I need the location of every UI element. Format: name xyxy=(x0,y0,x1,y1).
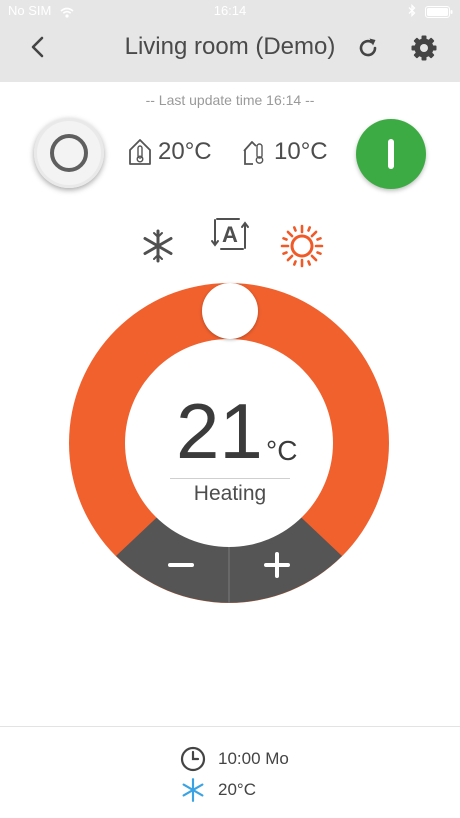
power-button[interactable] xyxy=(356,119,426,189)
dial-center-divider xyxy=(170,478,290,479)
temperature-unit: °C xyxy=(266,435,298,466)
increase-temp-button[interactable] xyxy=(246,537,308,593)
schedule-time-text: 10:00 Mo xyxy=(218,749,289,768)
svg-text:A: A xyxy=(222,222,238,247)
auto-mode-icon: A xyxy=(211,218,249,250)
wifi-icon xyxy=(60,5,74,23)
mode-status-label: Heating xyxy=(193,482,267,505)
snowflake-icon xyxy=(143,229,173,263)
settings-button[interactable] xyxy=(409,33,439,63)
outdoor-thermometer-icon xyxy=(243,141,264,165)
schedule-temp-text: 20°C xyxy=(218,780,256,799)
indoor-temp-value: 20°C xyxy=(158,138,212,165)
standby-button[interactable] xyxy=(34,118,104,188)
indoor-temperature: 20°C xyxy=(128,136,212,168)
snowflake-icon xyxy=(182,778,204,802)
refresh-icon xyxy=(359,38,377,57)
outdoor-temp-value: 10°C xyxy=(274,138,328,165)
decrease-temp-button[interactable] xyxy=(150,537,212,593)
heating-mode-button[interactable] xyxy=(280,224,324,268)
outdoor-temperature: 10°C xyxy=(242,136,328,168)
dial-knob[interactable] xyxy=(202,283,258,339)
room-thermometer-icon xyxy=(129,139,151,165)
power-on-icon xyxy=(388,139,394,169)
gear-icon xyxy=(411,35,437,61)
next-schedule-temp[interactable]: 20°C xyxy=(180,777,256,803)
auto-mode-button[interactable]: A xyxy=(208,213,252,255)
back-button[interactable] xyxy=(24,33,52,61)
plus-icon xyxy=(264,552,290,578)
last-update-text: -- Last update time 16:14 -- xyxy=(145,92,315,108)
refresh-button[interactable] xyxy=(354,34,382,62)
clock-icon xyxy=(180,746,206,772)
page-title: Living room (Demo) xyxy=(124,33,336,60)
bluetooth-icon xyxy=(408,3,416,22)
footer-divider xyxy=(0,726,460,727)
clock-time: 16:14 xyxy=(213,3,247,18)
header-bar: No SIM 16:14 Living room (Demo) xyxy=(0,0,460,82)
battery-icon xyxy=(425,5,453,23)
cooling-mode-button[interactable] xyxy=(138,226,178,266)
minus-icon xyxy=(168,563,194,567)
next-schedule-time[interactable]: 10:00 Mo xyxy=(180,746,289,772)
target-temperature: 21 xyxy=(176,387,263,475)
standby-ring-icon xyxy=(50,134,88,172)
carrier-label: No SIM xyxy=(8,3,52,18)
back-chevron-icon xyxy=(31,36,44,58)
sun-icon xyxy=(280,224,324,268)
